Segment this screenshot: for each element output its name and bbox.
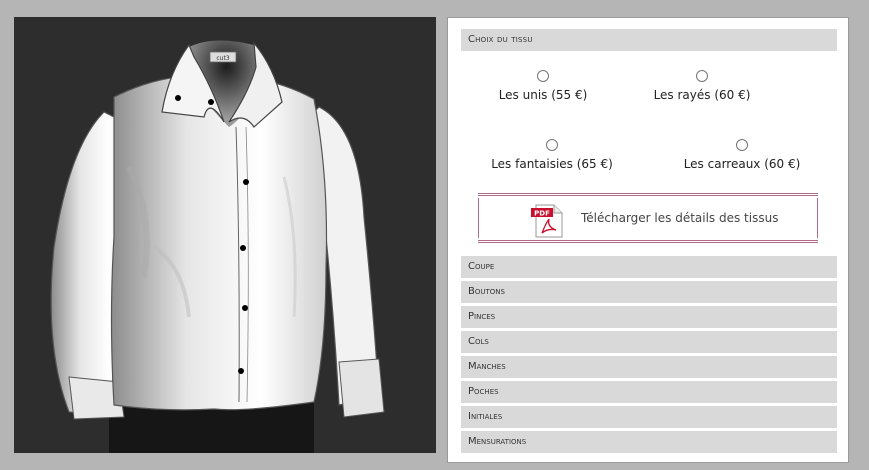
fabric-option-label: Les unis (55 €)	[498, 88, 588, 102]
menu-item-boutons[interactable]: Boutons	[461, 281, 837, 303]
menu-item-mensurations[interactable]: Mensurations	[461, 431, 837, 453]
options-panel: Choix du tissu Les unis (55 €) Les rayés…	[447, 17, 849, 463]
fabric-option-label: Les fantaisies (65 €)	[491, 157, 613, 171]
options-menu: Coupe Boutons Pinces Cols Manches Poches…	[461, 256, 837, 456]
menu-item-coupe[interactable]: Coupe	[461, 256, 837, 278]
fabric-radio-striped[interactable]	[696, 70, 708, 82]
menu-item-pinces[interactable]: Pinces	[461, 306, 837, 328]
download-label: Télécharger les détails des tissus	[581, 211, 779, 225]
shirt-button	[208, 99, 214, 105]
shirt-button	[238, 368, 244, 374]
fabric-radio-plain[interactable]	[537, 70, 549, 82]
shirt-button	[242, 305, 248, 311]
menu-item-initiales[interactable]: Initiales	[461, 406, 837, 428]
shirt-button	[243, 179, 249, 185]
shirt-button	[175, 95, 181, 101]
download-fabric-details-link[interactable]: PDF Télécharger les détails des tissus	[478, 193, 818, 243]
fabric-option-label: Les rayés (60 €)	[653, 88, 751, 102]
fabric-radio-fancy[interactable]	[546, 139, 558, 151]
menu-item-manches[interactable]: Manches	[461, 356, 837, 378]
pdf-icon: PDF	[531, 204, 563, 238]
shirt-preview: cut3	[14, 17, 436, 453]
menu-item-poches[interactable]: Poches	[461, 381, 837, 403]
shirt-illustration: cut3	[50, 40, 385, 453]
fabric-option-plain[interactable]: Les unis (55 €)	[463, 70, 623, 102]
fabric-option-striped[interactable]: Les rayés (60 €)	[622, 70, 782, 102]
fabric-option-fancy[interactable]: Les fantaisies (65 €)	[472, 139, 632, 171]
shirt-label-text: cut3	[216, 55, 229, 62]
pdf-icon-text: PDF	[534, 210, 550, 218]
shirt-button	[240, 245, 246, 251]
fabric-section-header[interactable]: Choix du tissu	[461, 29, 837, 51]
fabric-radio-checked[interactable]	[736, 139, 748, 151]
fabric-option-checked[interactable]: Les carreaux (60 €)	[662, 139, 822, 171]
menu-item-cols[interactable]: Cols	[461, 331, 837, 353]
fabric-option-label: Les carreaux (60 €)	[683, 157, 801, 171]
